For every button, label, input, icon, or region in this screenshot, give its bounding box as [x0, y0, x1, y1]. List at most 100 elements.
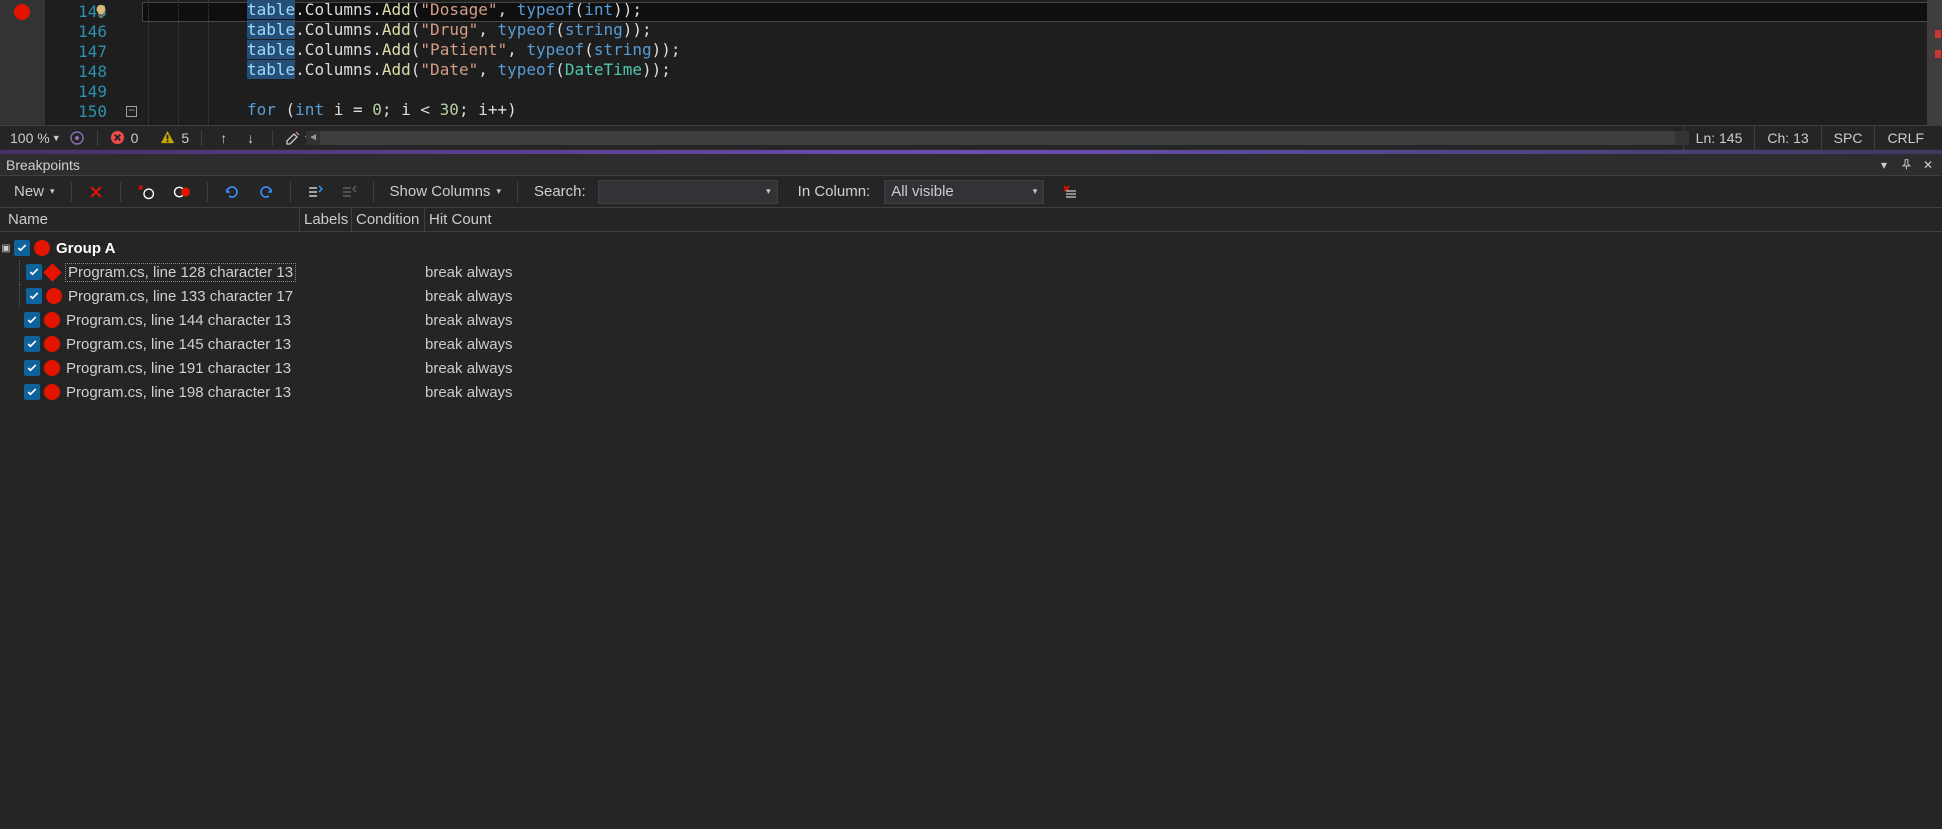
checkbox[interactable] — [14, 240, 30, 256]
toggle-all-breakpoints-icon[interactable] — [167, 180, 197, 204]
checkbox[interactable] — [26, 264, 42, 280]
breakpoint-row[interactable]: Program.cs, line 198 character 13break a… — [0, 380, 1942, 404]
checkbox[interactable] — [26, 288, 42, 304]
column-header-condition[interactable]: Condition — [352, 208, 425, 231]
indent-guide — [178, 0, 179, 125]
reset-search-icon[interactable] — [1056, 180, 1084, 204]
breakpoint-row[interactable]: Program.cs, line 144 character 13break a… — [0, 308, 1942, 332]
scroll-marker — [1935, 50, 1941, 58]
checkbox[interactable] — [24, 336, 40, 352]
breakpoint-row[interactable]: Program.cs, line 145 character 13break a… — [0, 332, 1942, 356]
breakpoint-group-row[interactable]: ▣Group A — [0, 236, 1942, 260]
new-breakpoint-button[interactable]: New ▾ — [8, 180, 61, 204]
arrow-up-icon[interactable]: ↑ — [214, 130, 233, 146]
line-ending[interactable]: CRLF — [1874, 126, 1936, 150]
checkbox[interactable] — [24, 384, 40, 400]
breakpoint-name: Program.cs, line 145 character 13 — [66, 336, 291, 353]
breakpoint-row[interactable]: Program.cs, line 128 character 13break a… — [0, 260, 1942, 284]
code-token: typeof — [526, 40, 584, 59]
cursor-line[interactable]: Ln: 145 — [1683, 126, 1755, 150]
indent-mode[interactable]: SPC — [1821, 126, 1875, 150]
code-token: ; i++) — [459, 100, 517, 119]
code-token: ( — [555, 60, 565, 79]
delete-breakpoint-icon[interactable] — [82, 180, 110, 204]
cursor-column[interactable]: Ch: 13 — [1754, 126, 1820, 150]
breakpoints-column-headers[interactable]: Name Labels Condition Hit Count — [0, 208, 1942, 232]
chevron-down-icon: ▾ — [50, 186, 55, 197]
go-to-source-icon[interactable] — [301, 180, 329, 204]
breakpoint-icon — [43, 263, 61, 281]
breakpoint-name: Program.cs, line 128 character 13 — [65, 263, 296, 282]
code-line[interactable]: table.Columns.Add("Drug", typeof(string)… — [247, 20, 681, 40]
code-token: string — [565, 20, 623, 39]
code-token: Add — [382, 60, 411, 79]
code-text[interactable]: table.Columns.Add("Dosage", typeof(int))… — [247, 0, 681, 120]
outline-gutter[interactable] — [124, 0, 142, 125]
lightbulb-icon[interactable] — [94, 4, 108, 18]
go-to-disassembly-icon[interactable] — [335, 180, 363, 204]
breakpoint-gutter[interactable] — [0, 0, 45, 125]
hit-count: break always — [425, 312, 513, 329]
search-input[interactable]: ▾ — [598, 180, 778, 204]
line-number: 146 — [78, 22, 107, 41]
hit-count: break always — [425, 384, 513, 401]
code-token: table — [247, 0, 295, 19]
breakpoint-row[interactable]: Program.cs, line 133 character 17break a… — [0, 284, 1942, 308]
code-line[interactable]: for (int i = 0; i < 30; i++) — [247, 100, 681, 120]
pin-icon[interactable] — [1898, 157, 1914, 173]
code-token: string — [594, 40, 652, 59]
code-token: = — [353, 100, 372, 119]
code-token: 0 — [372, 100, 382, 119]
delete-all-breakpoints-icon[interactable] — [131, 180, 161, 204]
show-columns-dropdown[interactable]: Show Columns ▾ — [384, 180, 507, 204]
column-header-name[interactable]: Name — [0, 208, 300, 231]
code-token: table — [247, 40, 295, 59]
horizontal-scrollbar[interactable]: ◄ ► — [320, 131, 1675, 145]
code-token: )); — [623, 20, 652, 39]
health-indicator-icon[interactable] — [69, 130, 85, 146]
breakpoint-icon — [34, 240, 50, 256]
code-token: int — [584, 0, 613, 19]
code-line[interactable] — [247, 80, 681, 100]
close-icon[interactable]: ✕ — [1920, 157, 1936, 173]
code-line[interactable]: table.Columns.Add("Dosage", typeof(int))… — [247, 0, 681, 20]
column-header-hitcount[interactable]: Hit Count — [425, 208, 515, 231]
code-token: table — [247, 20, 295, 39]
code-token: Add — [382, 0, 411, 19]
editor-status-bar: 100 % ▼ 0 5 ↑ ↓ ▼ ◄ ► Ln: 145 Ch: 13 SPC… — [0, 126, 1942, 150]
hit-count: break always — [425, 288, 513, 305]
code-editor[interactable]: 145 146 147 148 149 150 table.Columns.Ad… — [0, 0, 1942, 126]
code-line[interactable]: table.Columns.Add("Patient", typeof(stri… — [247, 40, 681, 60]
in-column-dropdown[interactable]: All visible ▾ — [884, 180, 1044, 204]
code-token: typeof — [497, 20, 555, 39]
code-token: ( — [286, 100, 296, 119]
zoom-level: 100 % — [10, 130, 50, 146]
code-token: )); — [652, 40, 681, 59]
checkbox[interactable] — [24, 312, 40, 328]
breakpoint-row[interactable]: Program.cs, line 191 character 13break a… — [0, 356, 1942, 380]
breakpoints-tree[interactable]: ▣Group AProgram.cs, line 128 character 1… — [0, 232, 1942, 408]
column-header-labels[interactable]: Labels — [300, 208, 352, 231]
code-token: ( — [575, 0, 585, 19]
zoom-level-dropdown[interactable]: 100 % ▼ — [10, 130, 61, 146]
collapse-toggle-icon[interactable] — [126, 106, 137, 117]
checkbox[interactable] — [24, 360, 40, 376]
arrow-down-icon[interactable]: ↓ — [241, 130, 260, 146]
breakpoints-toolbar: New ▾ Show Columns ▾ — [0, 176, 1942, 208]
code-token: , — [478, 20, 497, 39]
error-count[interactable]: 0 — [110, 130, 139, 146]
export-icon[interactable] — [218, 180, 246, 204]
panel-titlebar[interactable]: Breakpoints ▾ ✕ — [0, 154, 1942, 176]
collapse-icon[interactable]: ▣ — [0, 242, 12, 254]
vertical-scrollbar[interactable] — [1927, 0, 1941, 125]
code-line[interactable]: table.Columns.Add("Date", typeof(DateTim… — [247, 60, 681, 80]
warning-count[interactable]: 5 — [160, 130, 189, 146]
in-column-label: In Column: — [798, 183, 871, 200]
window-position-icon[interactable]: ▾ — [1876, 157, 1892, 173]
breakpoint-glyph[interactable] — [14, 4, 30, 20]
code-token: .Columns. — [295, 0, 382, 19]
chevron-down-icon: ▼ — [52, 133, 61, 143]
import-icon[interactable] — [252, 180, 280, 204]
indent-guide — [148, 0, 149, 125]
scroll-marker — [1935, 30, 1941, 38]
